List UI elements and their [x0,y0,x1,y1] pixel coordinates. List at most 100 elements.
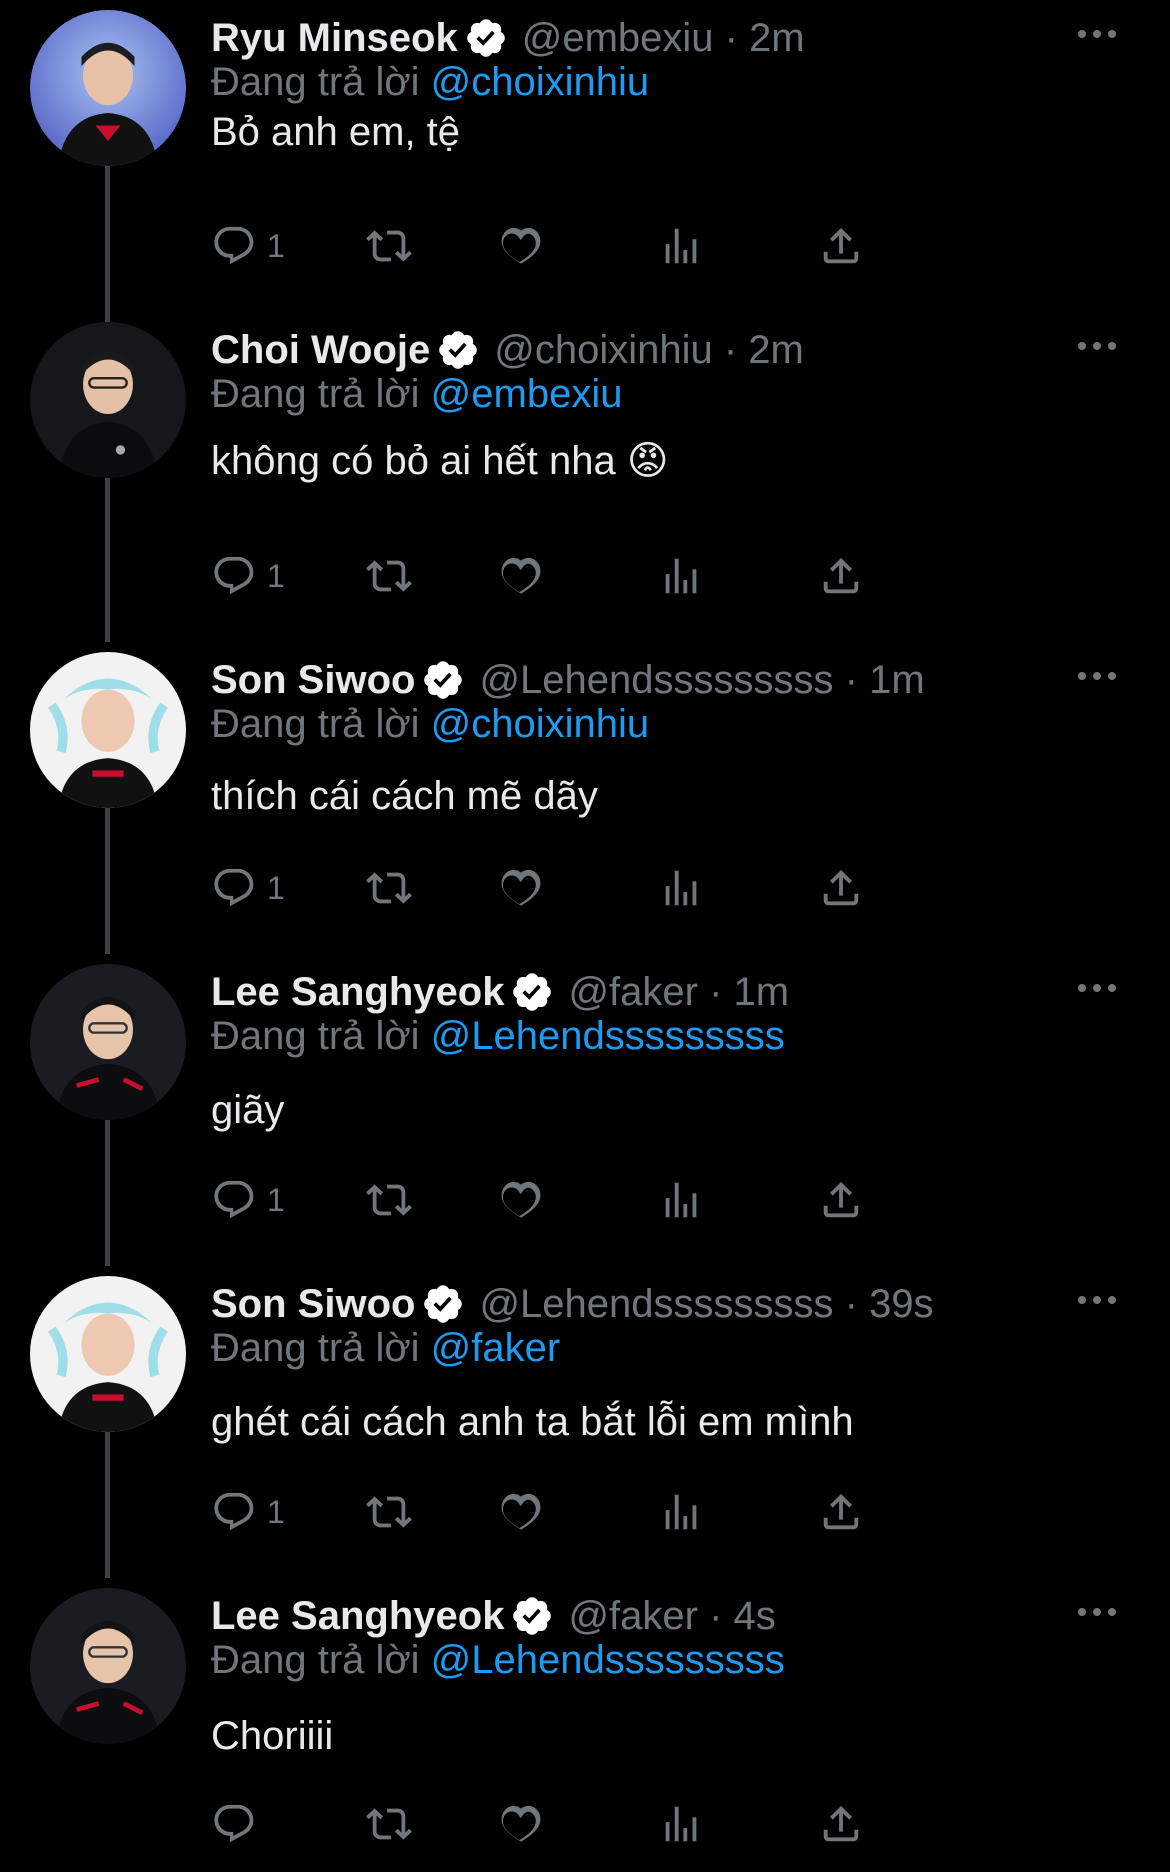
avatar[interactable] [30,652,186,808]
like-button[interactable] [498,1796,544,1852]
tweet[interactable]: Lee Sanghyeok @faker · 1m Đang trả lời @… [0,954,1170,1266]
action-bar: 1 [211,860,1041,916]
like-button[interactable] [498,548,544,604]
share-button[interactable] [818,860,864,916]
retweet-button[interactable] [366,218,412,274]
tweet[interactable]: Choi Wooje @choixinhiu · 2m Đang trả lời… [0,166,1170,642]
more-icon[interactable] [1074,1280,1120,1320]
handle-and-time[interactable]: @choixinhiu · 2m [494,328,804,373]
display-name[interactable]: Choi Wooje [211,328,430,373]
thread-line [105,1120,110,1266]
share-button[interactable] [818,1796,864,1852]
avatar[interactable] [30,10,186,166]
display-name[interactable]: Lee Sanghyeok [211,1594,504,1639]
reply-icon [214,226,254,265]
retweet-icon [366,1808,412,1840]
like-button[interactable] [498,218,544,274]
handle-and-time[interactable]: @Lehendsssssssss · 1m [479,658,924,703]
retweet-icon [366,230,412,262]
retweet-button[interactable] [366,1484,412,1540]
tweet-text: Bỏ anh em, tệ [211,110,461,154]
share-button[interactable] [818,1484,864,1540]
views-button[interactable] [658,1172,704,1228]
display-name[interactable]: Son Siwoo [211,1282,415,1327]
mention-link[interactable]: @embexiu [431,372,623,416]
views-button[interactable] [658,1796,704,1852]
like-button[interactable] [498,1172,544,1228]
views-button[interactable] [658,548,704,604]
retweet-button[interactable] [366,1172,412,1228]
views-button[interactable] [658,218,704,274]
share-button[interactable] [818,548,864,604]
avatar[interactable] [30,322,186,478]
like-icon [501,557,541,594]
mention-link[interactable]: @Lehendsssssssss [431,1014,785,1058]
reply-button[interactable]: 1 [211,860,285,916]
tweet[interactable]: Lee Sanghyeok @faker · 4s Đang trả lời @… [0,1578,1170,1872]
avatar[interactable] [30,1588,186,1744]
thread-line [105,166,110,330]
retweet-button[interactable] [366,860,412,916]
mention-link[interactable]: @choixinhiu [431,60,650,104]
verified-badge-icon [513,1597,552,1635]
tweet[interactable]: Son Siwoo @Lehendsssssssss · 39s Đang tr… [0,1266,1170,1578]
reply-button[interactable]: 1 [211,1172,285,1228]
share-icon [823,1493,859,1530]
reply-button[interactable]: 1 [211,548,285,604]
mention-link[interactable]: @choixinhiu [431,702,650,746]
like-icon [501,869,541,906]
retweet-button[interactable] [366,1796,412,1852]
mention-link[interactable]: @faker [431,1326,561,1370]
retweet-icon [366,1184,412,1216]
views-icon [665,1806,697,1842]
reply-button[interactable]: 1 [211,1484,285,1540]
replying-to: Đang trả lời @Lehendsssssssss [211,1014,785,1058]
tweet[interactable]: Son Siwoo @Lehendsssssssss · 1m Đang trả… [0,642,1170,954]
share-icon [823,557,859,594]
like-icon [501,1493,541,1530]
action-bar: 1 [211,1484,1041,1540]
replying-to: Đang trả lời @choixinhiu [211,702,650,746]
reply-button[interactable]: 1 [211,218,285,274]
handle-and-time[interactable]: @faker · 4s [568,1594,775,1639]
views-icon [665,1494,697,1530]
more-icon[interactable] [1074,326,1120,366]
display-name[interactable]: Lee Sanghyeok [211,970,504,1015]
share-button[interactable] [818,1172,864,1228]
more-icon[interactable] [1074,1592,1120,1632]
reply-count: 1 [267,869,285,906]
verified-badge-icon [439,331,478,369]
views-button[interactable] [658,1484,704,1540]
tweet-text: không có bỏ ai hết nha 😡 [211,439,669,483]
like-icon [501,1805,541,1842]
avatar[interactable] [30,1276,186,1432]
more-icon[interactable] [1074,968,1120,1008]
handle-and-time[interactable]: @embexiu · 2m [522,16,805,61]
action-bar: 1 [211,218,1041,274]
replying-to: Đang trả lời @Lehendsssssssss [211,1638,785,1682]
share-icon [823,1181,859,1218]
reply-icon [214,1180,254,1219]
like-icon [501,1181,541,1218]
mention-link[interactable]: @Lehendsssssssss [431,1638,785,1682]
handle-and-time[interactable]: @Lehendsssssssss · 39s [479,1282,933,1327]
avatar[interactable] [30,964,186,1120]
reply-button[interactable] [211,1796,267,1852]
views-button[interactable] [658,860,704,916]
tweet[interactable]: Ryu Minseok @embexiu · 2m Đang trả lời @… [0,0,1170,312]
tweet-text: thích cái cách mẽ dãy [211,774,598,818]
views-icon [665,1182,697,1218]
reply-icon [214,556,254,595]
handle-and-time[interactable]: @faker · 1m [568,970,789,1015]
like-button[interactable] [498,1484,544,1540]
views-icon [665,228,697,264]
display-name[interactable]: Ryu Minseok [211,16,458,61]
more-icon[interactable] [1074,656,1120,696]
views-icon [665,558,697,594]
retweet-button[interactable] [366,548,412,604]
display-name[interactable]: Son Siwoo [211,658,415,703]
share-button[interactable] [818,218,864,274]
action-bar: 1 [211,1172,1041,1228]
like-button[interactable] [498,860,544,916]
more-icon[interactable] [1074,14,1120,54]
